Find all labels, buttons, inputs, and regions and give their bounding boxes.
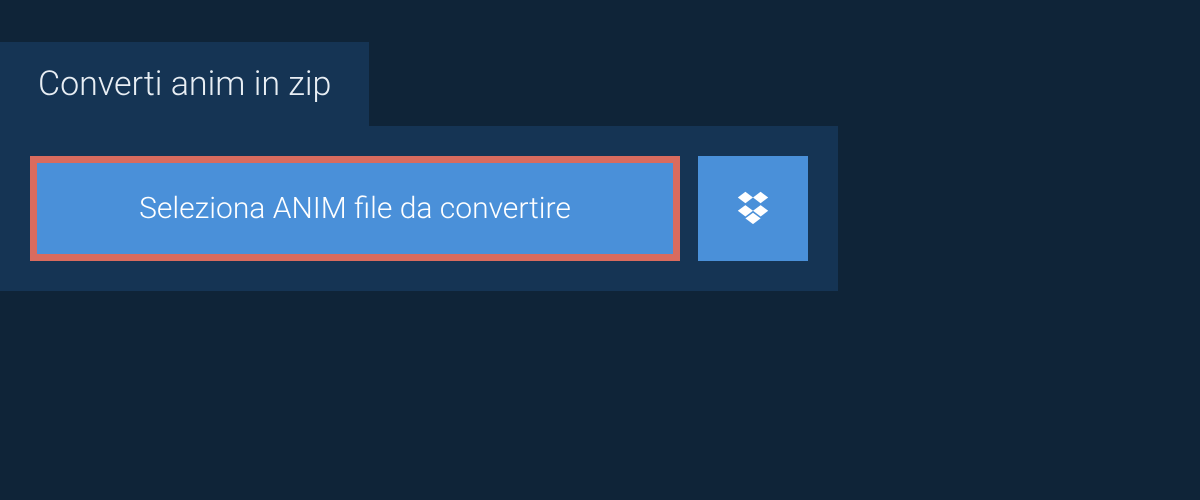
dropbox-icon xyxy=(734,188,772,230)
convert-panel: Seleziona ANIM file da convertire xyxy=(0,126,838,291)
dropbox-button[interactable] xyxy=(698,156,808,261)
select-file-button[interactable]: Seleziona ANIM file da convertire xyxy=(30,156,680,261)
tab-convert[interactable]: Converti anim in zip xyxy=(0,42,369,126)
select-file-label: Seleziona ANIM file da convertire xyxy=(139,191,571,226)
tab-label: Converti anim in zip xyxy=(38,64,331,104)
